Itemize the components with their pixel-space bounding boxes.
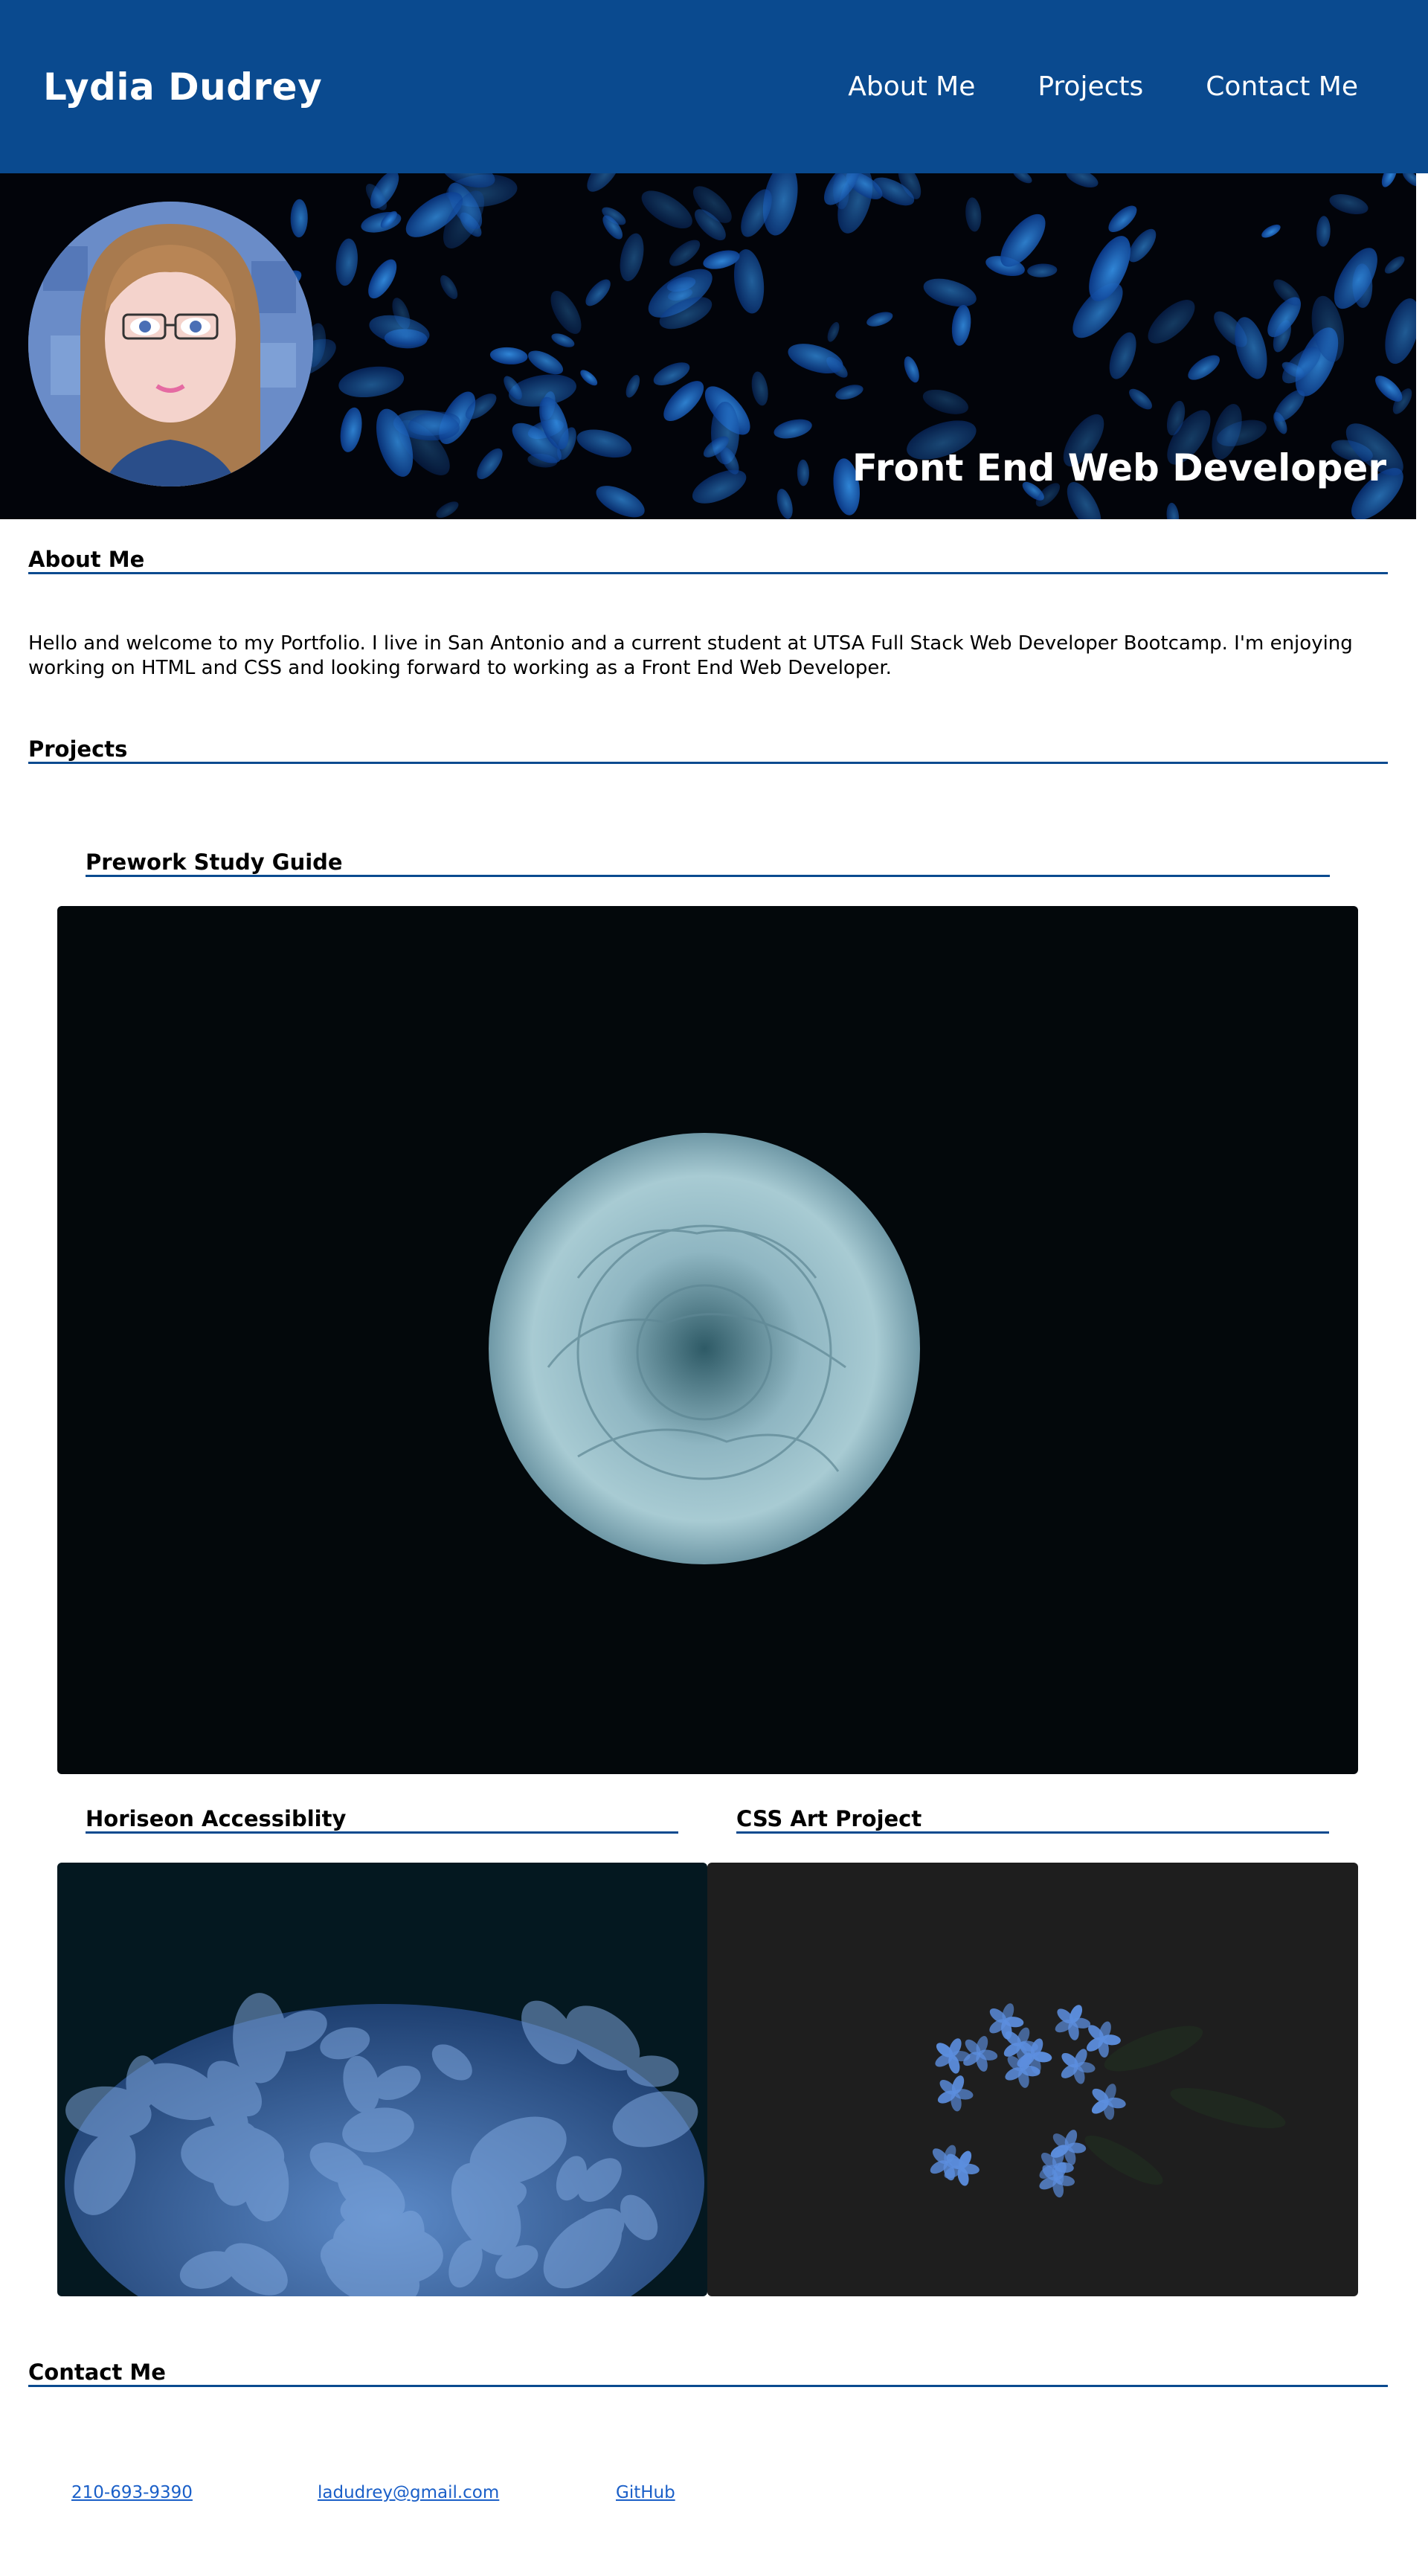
project-card-prework[interactable] [57, 906, 1358, 1774]
avatar [28, 202, 313, 486]
nav-projects[interactable]: Projects [1038, 71, 1143, 102]
contact-email-link[interactable]: ladudrey@gmail.com [318, 2483, 499, 2502]
hydrangea-image [57, 1863, 707, 2296]
contact-github-link[interactable]: GitHub [616, 2483, 675, 2502]
projects-heading: Projects [28, 736, 1388, 764]
site-title: Lydia Dudrey [43, 65, 323, 109]
project-title-css-art: CSS Art Project [736, 1806, 1329, 1834]
hero-tagline: Front End Web Developer [852, 446, 1386, 489]
plumbago-image [707, 1863, 1358, 2296]
project-title-horiseon: Horiseon Accessiblity [86, 1806, 678, 1834]
about-text: Hello and welcome to my Portfolio. I liv… [28, 632, 1353, 679]
project-card-horiseon[interactable] [57, 1863, 707, 2296]
hero-banner: Front End Web Developer [0, 173, 1416, 519]
project-card-css-art[interactable] [707, 1863, 1358, 2296]
site-header: Lydia Dudrey About Me Projects Contact M… [0, 0, 1428, 173]
nav-contact-me[interactable]: Contact Me [1206, 71, 1358, 102]
main-nav: About Me Projects Contact Me [848, 71, 1385, 102]
nav-about-me[interactable]: About Me [848, 71, 975, 102]
contact-phone-link[interactable]: 210-693-9390 [71, 2483, 193, 2502]
rose-image [57, 906, 1358, 1774]
project-title-prework: Prework Study Guide [86, 849, 1330, 877]
contact-heading: Contact Me [28, 2360, 1388, 2387]
about-heading: About Me [28, 547, 1388, 574]
